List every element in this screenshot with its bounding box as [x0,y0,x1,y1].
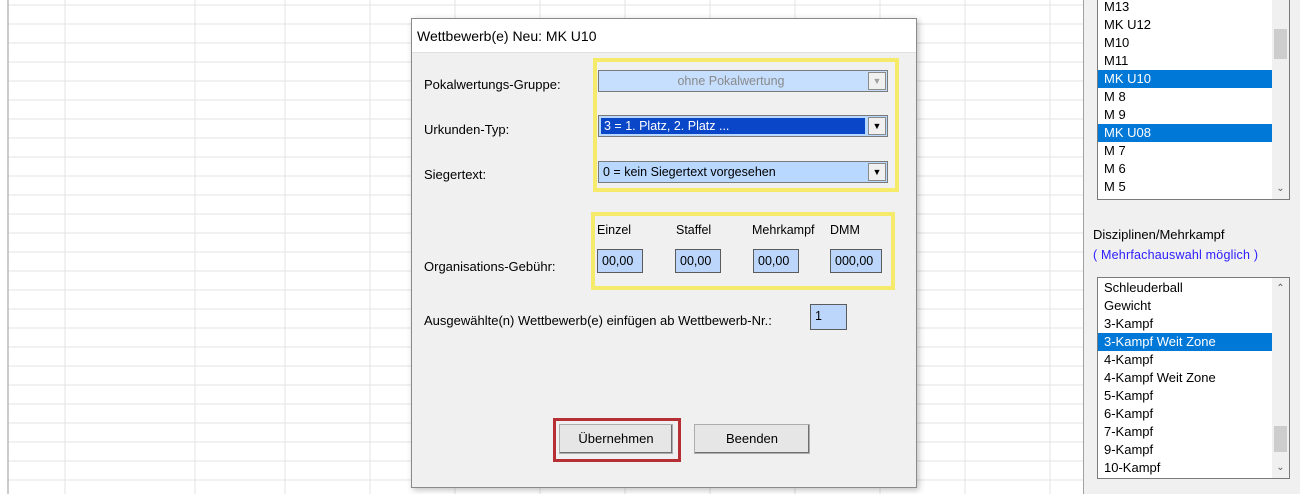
chevron-up-icon[interactable]: ⌃ [1272,280,1289,297]
list-item[interactable]: MK U12 [1098,16,1272,34]
list-item[interactable]: 3-Kampf Weit Zone [1098,333,1272,351]
disciplines-scrollbar[interactable]: ⌃ ⌄ [1272,278,1289,478]
disciplines-listbox[interactable]: Schleuderball Gewicht 3-Kampf 3-Kampf Weit … [1097,277,1290,479]
scroll-thumb[interactable] [1274,29,1287,59]
fee-header-mehrkampf: Mehrkampf [752,223,815,237]
fee-einzel-input[interactable]: 00,00 [597,249,643,273]
pokal-combo: ohne Pokalwertung ▼ [598,70,888,92]
fee-label: Organisations-Gebühr: [424,259,556,274]
sieger-value: 0 = kein Siegertext vorgesehen [603,165,776,179]
fee-header-einzel: Einzel [597,223,632,237]
list-item[interactable]: 6-Kampf [1098,405,1272,423]
chevron-down-icon[interactable]: ⌄ [1272,459,1289,476]
pokal-value: ohne Pokalwertung [677,74,785,88]
fee-header-staffel: Staffel [676,223,712,237]
pokal-label: Pokalwertungs-Gruppe: [424,77,561,92]
sieger-combo[interactable]: 0 = kein Siegertext vorgesehen ▼ [598,161,888,183]
dropdown-arrow-icon: ▼ [868,72,886,90]
list-item[interactable]: M 9 [1098,106,1272,124]
apply-button[interactable]: Übernehmen [559,424,673,454]
age-group-listbox[interactable]: M13 MK U12 M10 M11 MK U10 M 8M 9 MK U08 M 7M 6M… [1097,0,1290,200]
list-item[interactable]: Gewicht [1098,297,1272,315]
urkunden-label: Urkunden-Typ: [424,122,510,137]
dropdown-arrow-icon[interactable]: ▼ [868,117,886,135]
insert-number-input[interactable]: 1 [810,304,847,330]
dialog-titlebar[interactable]: Wettbewerb(e) Neu: MK U10 [412,19,916,53]
list-item[interactable]: 4-Kampf Weit Zone [1098,369,1272,387]
list-item[interactable]: 10-Kampf [1098,459,1272,477]
right-panel: M13 MK U12 M10 M11 MK U10 M 8M 9 MK U08 M 7M 6M… [1083,0,1300,494]
scroll-thumb[interactable] [1274,426,1287,452]
age-group-items: M13 MK U12 M10 M11 MK U10 M 8M 9 MK U08 M 7M 6M… [1098,0,1272,196]
close-button[interactable]: Beenden [694,424,810,454]
list-item[interactable]: 5-Kampf [1098,387,1272,405]
list-item[interactable]: M10 [1098,34,1272,52]
dropdown-arrow-icon[interactable]: ▼ [868,163,886,181]
urkunden-value: 3 = 1. Platz, 2. Platz ... [601,118,865,134]
list-item[interactable]: M 5 [1098,178,1272,196]
list-item[interactable]: M 8 [1098,88,1272,106]
list-item[interactable]: MK U10 [1098,70,1272,88]
dialog-title: Wettbewerb(e) Neu: MK U10 [417,28,597,44]
list-item[interactable]: 7-Kampf [1098,423,1272,441]
multi-select-hint: ( Mehrfachauswahl möglich ) [1093,248,1259,262]
list-item[interactable]: M 6 [1098,160,1272,178]
fee-header-dmm: DMM [830,223,860,237]
fee-dmm-input[interactable]: 000,00 [830,249,882,273]
age-group-scrollbar[interactable]: ⌄ [1272,0,1289,199]
disciplines-label: Disziplinen/Mehrkampf [1093,227,1225,242]
list-item[interactable]: 9-Kampf [1098,441,1272,459]
urkunden-combo[interactable]: 3 = 1. Platz, 2. Platz ... ▼ [598,115,888,137]
list-item[interactable]: MK U08 [1098,124,1272,142]
list-item[interactable]: 4-Kampf [1098,351,1272,369]
fee-staffel-input[interactable]: 00,00 [675,249,721,273]
disciplines-items: Schleuderball Gewicht 3-Kampf 3-Kampf Weit … [1098,279,1272,477]
insert-label: Ausgewählte(n) Wettbewerb(e) einfügen ab… [424,313,772,328]
sieger-label: Siegertext: [424,167,487,182]
list-item[interactable]: M13 [1098,0,1272,16]
chevron-down-icon[interactable]: ⌄ [1272,180,1289,197]
list-item[interactable]: Schleuderball [1098,279,1272,297]
new-competition-dialog: Wettbewerb(e) Neu: MK U10 Pokalwertungs-… [411,18,917,488]
list-item[interactable]: M 7 [1098,142,1272,160]
list-item[interactable]: M11 [1098,52,1272,70]
fee-mehrkampf-input[interactable]: 00,00 [753,249,799,273]
list-item[interactable]: 3-Kampf [1098,315,1272,333]
